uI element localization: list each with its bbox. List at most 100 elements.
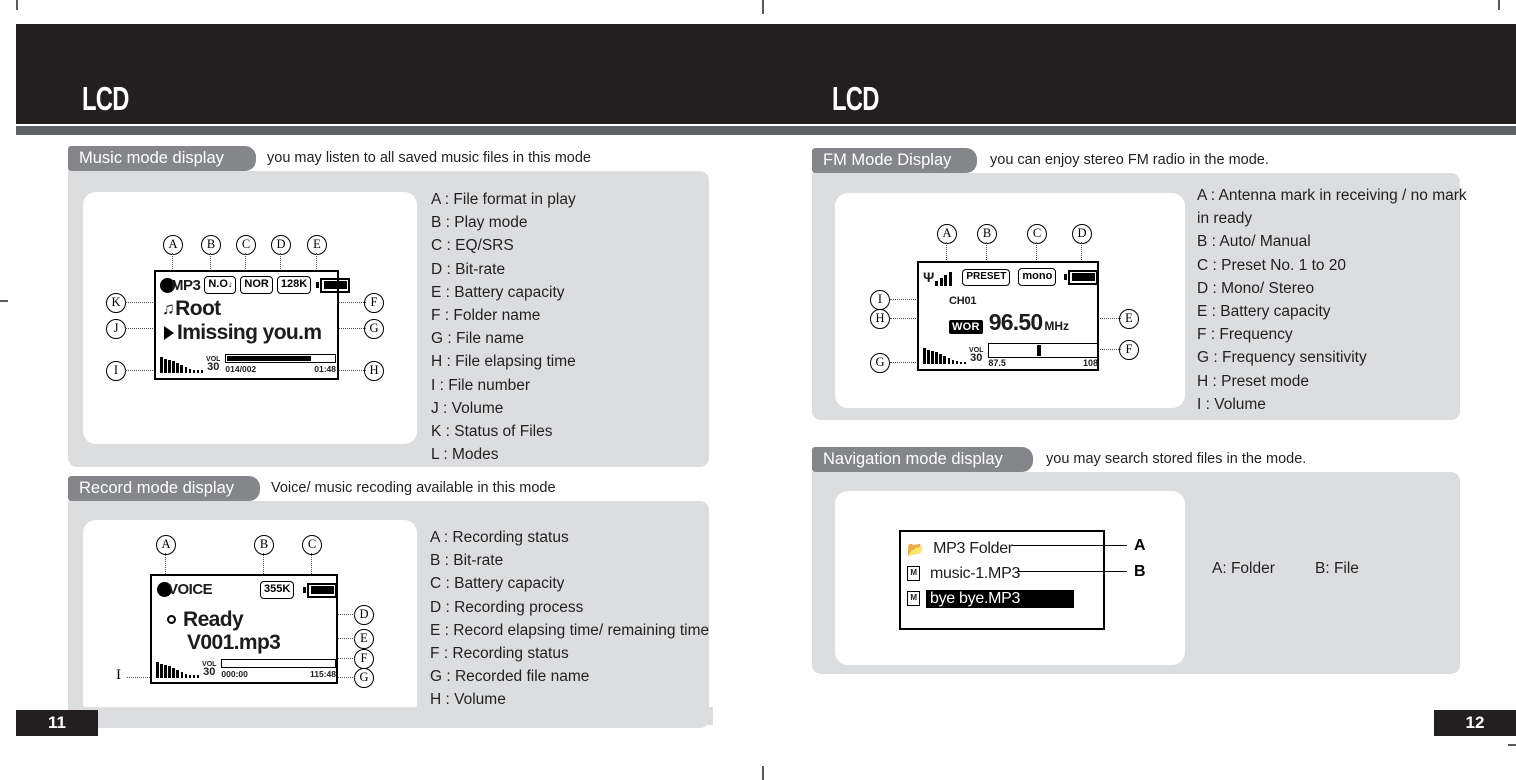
legend-item: H : File elapsing time bbox=[431, 353, 576, 371]
record-file-row: V001.mp3 bbox=[187, 632, 281, 653]
music-note-icon: ♫ bbox=[162, 299, 175, 318]
legend-record: A : Recording status B : Bit-rate C : Ba… bbox=[430, 526, 709, 712]
leader-e bbox=[316, 253, 317, 271]
volume-value: 30 bbox=[203, 665, 216, 678]
crop-mark-top bbox=[762, 0, 764, 14]
record-bottom-row: VOL 30 000:00 115:48 bbox=[156, 659, 336, 679]
legend-item: A: Folder bbox=[1212, 560, 1275, 577]
footer-bar-left bbox=[68, 707, 713, 725]
callout-e: E bbox=[354, 629, 374, 649]
folder-row: ♫ Root bbox=[162, 298, 221, 319]
callout-f: F bbox=[364, 293, 384, 313]
preset-mode-badge: WOR bbox=[949, 320, 983, 334]
callout-c: C bbox=[1027, 224, 1047, 244]
record-process-icon bbox=[167, 615, 176, 624]
music-progress-group: 014/002 01:48 bbox=[225, 354, 336, 374]
record-state-row: Ready bbox=[167, 609, 244, 630]
section-tab-music: Music mode display bbox=[68, 146, 256, 171]
legend-item: G : Frequency sensitivity bbox=[1197, 349, 1367, 367]
section-fm-mode: FM Mode Display you can enjoy stereo FM … bbox=[812, 148, 1467, 423]
callout-a: A bbox=[1134, 537, 1146, 554]
callout-h: H bbox=[870, 309, 890, 329]
legend-item: I : Volume bbox=[1197, 395, 1266, 413]
fm-frequency-row: WOR 96.50 MHz bbox=[949, 309, 1069, 336]
volume-value: 30 bbox=[970, 352, 983, 364]
progress-fill bbox=[227, 356, 311, 361]
folder-name: Root bbox=[175, 297, 221, 320]
crop-mark-top-right bbox=[1498, 0, 1500, 10]
leader-d bbox=[280, 253, 281, 271]
callout-g: G bbox=[364, 319, 384, 339]
frequency-value: 96.50 bbox=[988, 309, 1043, 335]
page-title-right: LCD bbox=[832, 80, 879, 117]
progress-bar bbox=[225, 354, 336, 363]
legend-item: A : File format in play bbox=[431, 191, 576, 208]
nav-list-item-file-1[interactable]: M music-1.MP3 bbox=[907, 561, 1024, 586]
legend-item: I : File number bbox=[431, 376, 531, 394]
crop-mark-left bbox=[0, 300, 8, 302]
nav-list-item-file-2-selected[interactable]: M bye bye.MP3 bbox=[907, 586, 1074, 611]
legend-item: H : Preset mode bbox=[1197, 372, 1309, 390]
callout-d: D bbox=[271, 235, 291, 255]
battery-icon bbox=[316, 277, 351, 293]
callout-g: G bbox=[870, 353, 890, 373]
legend-item: in ready bbox=[1197, 210, 1253, 228]
leader-g bbox=[338, 328, 366, 329]
legend-item: E : Record elapsing time/ remaining time bbox=[430, 621, 710, 639]
record-elapsed-time: 000:00 bbox=[221, 669, 248, 679]
crop-mark-top-left bbox=[16, 0, 18, 10]
legend-item: F : Folder name bbox=[431, 307, 541, 325]
frequency-unit: MHz bbox=[1044, 319, 1070, 333]
record-lcd-screen: VOICE 355K Ready V001.mp3 VOL 30 000:00 … bbox=[150, 574, 338, 684]
callout-b: B bbox=[254, 535, 274, 555]
battery-icon bbox=[1064, 269, 1099, 285]
section-tab-fm: FM Mode Display bbox=[812, 148, 977, 173]
antenna-icon: Ψ bbox=[923, 269, 935, 285]
callout-f: F bbox=[1119, 340, 1139, 360]
battery-body bbox=[1068, 269, 1099, 285]
leader-i bbox=[125, 370, 155, 371]
callout-d: D bbox=[354, 605, 374, 625]
record-mode-label: VOICE bbox=[168, 581, 213, 598]
page-header-band: LCD LCD bbox=[16, 24, 1516, 124]
nav-item-label: bye bye.MP3 bbox=[926, 589, 1074, 608]
legend-item: A : Antenna mark in receiving / no mark bbox=[1197, 187, 1467, 204]
legend-item: B: File bbox=[1315, 560, 1359, 577]
battery-fill bbox=[1071, 273, 1095, 281]
music-file-icon: M bbox=[907, 566, 920, 581]
frequency-scale-bar bbox=[988, 343, 1098, 358]
page-number-left: 11 bbox=[16, 710, 98, 736]
legend-fm: A : Antenna mark in receiving / no mark … bbox=[1197, 184, 1467, 416]
record-progress-group: 000:00 115:48 bbox=[221, 659, 336, 679]
progress-labels: 014/002 01:48 bbox=[225, 364, 336, 374]
legend-item: E : Battery capacity bbox=[431, 283, 565, 301]
volume-label-group: VOL 30 bbox=[202, 661, 216, 678]
elapsed-time: 01:48 bbox=[314, 364, 336, 374]
leader-b bbox=[210, 253, 211, 271]
callout-c: C bbox=[236, 235, 256, 255]
preset-channel: CH01 bbox=[949, 295, 977, 307]
legend-music: A : File format in play B : Play mode C … bbox=[431, 188, 576, 466]
section-caption-navigation: you may search stored files in the mode. bbox=[1046, 451, 1307, 467]
callout-e: E bbox=[307, 235, 327, 255]
bitrate-badge: 128K bbox=[276, 276, 312, 294]
fm-bottom-row: VOL 30 87.5 108 bbox=[923, 343, 1098, 368]
battery-terminal bbox=[303, 587, 307, 593]
folder-icon: 📂 bbox=[907, 540, 925, 557]
callout-j: J bbox=[106, 319, 126, 339]
crop-mark-right bbox=[1508, 744, 1516, 746]
legend-item: J : Volume bbox=[431, 399, 504, 417]
stereo-mode-badge: mono bbox=[1018, 268, 1057, 286]
legend-item: D : Bit-rate bbox=[431, 260, 506, 278]
nav-item-label: music-1.MP3 bbox=[930, 564, 1021, 582]
callout-i: I bbox=[116, 667, 121, 683]
frequency-needle bbox=[1036, 345, 1041, 356]
section-tab-navigation: Navigation mode display bbox=[812, 447, 1033, 472]
preset-badge: PRESET bbox=[962, 268, 1011, 286]
crop-mark-bottom bbox=[762, 766, 764, 780]
fm-lcd-screen: Ψ PRESET mono CH01 WOR 96.50 MHz VOL 30 … bbox=[917, 261, 1099, 371]
callout-i: I bbox=[870, 290, 890, 310]
recording-progress-bar bbox=[221, 659, 336, 668]
nav-list-item-folder[interactable]: 📂 MP3 Folder bbox=[907, 536, 1017, 561]
page-title-left: LCD bbox=[82, 80, 129, 117]
